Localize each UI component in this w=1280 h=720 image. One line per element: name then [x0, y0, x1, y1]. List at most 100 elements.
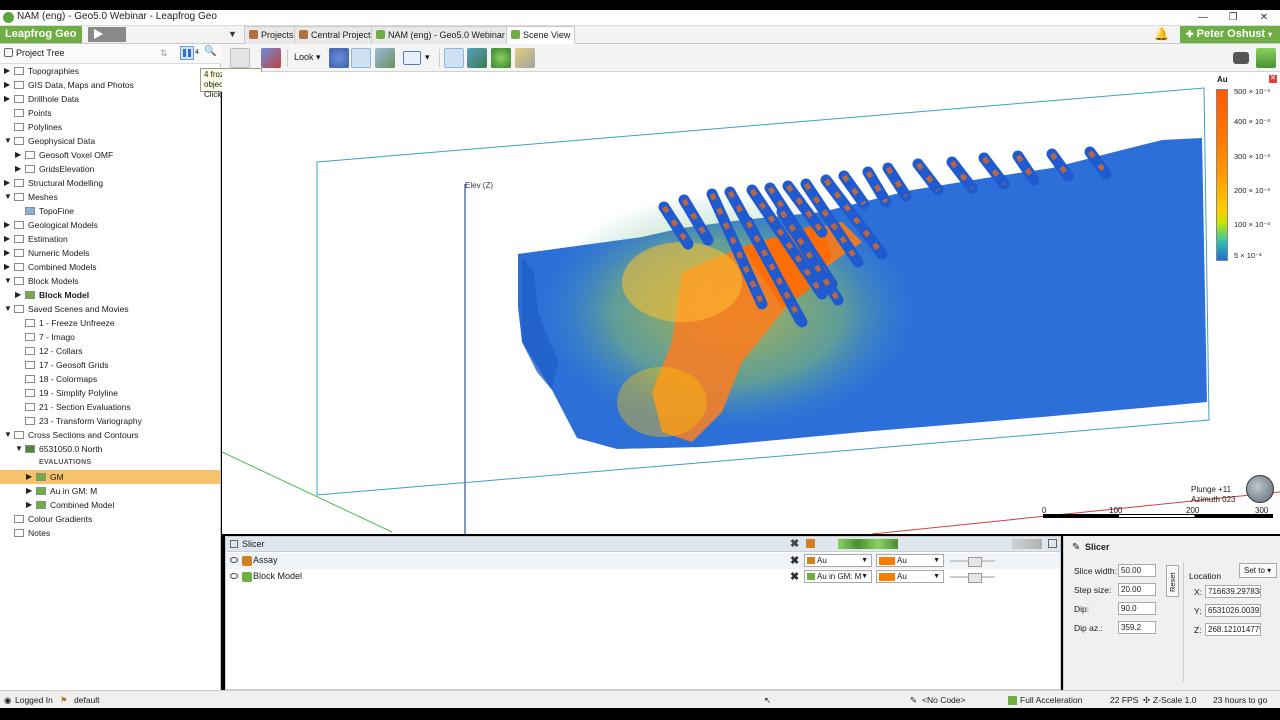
z-coordinate-input[interactable]: 268.1210147794: [1205, 623, 1261, 636]
view-box-dropdown-icon[interactable]: ▾: [425, 52, 430, 63]
tree-item[interactable]: Points: [0, 106, 220, 120]
expand-icon[interactable]: ▶: [4, 64, 10, 78]
remove-all-icon[interactable]: ✖: [790, 537, 799, 550]
maximize-button[interactable]: ❐: [1218, 10, 1248, 26]
slicer-tool-icon[interactable]: [351, 48, 371, 68]
select-objects-icon[interactable]: [329, 48, 349, 68]
camera-icon[interactable]: [1233, 52, 1249, 64]
orientation-globe-icon[interactable]: [1246, 475, 1274, 503]
draw-lines-icon[interactable]: [467, 48, 487, 68]
logged-in-status[interactable]: Logged In: [15, 695, 53, 705]
expand-icon[interactable]: ▶: [15, 162, 21, 176]
step-size-input[interactable]: 20.00: [1118, 583, 1156, 596]
remove-shape-icon[interactable]: ✖: [790, 570, 799, 583]
tree-item[interactable]: ▼ Saved Scenes and Movies: [0, 302, 220, 316]
collapse-icon[interactable]: ▼: [4, 190, 12, 204]
look-dropdown[interactable]: Look ▾: [294, 52, 321, 63]
expand-icon[interactable]: ▶: [15, 288, 21, 302]
tree-item[interactable]: Colour Gradients: [0, 512, 220, 526]
assay-colour-select[interactable]: Au ▼: [876, 554, 944, 567]
close-window-button[interactable]: ✕: [1249, 10, 1279, 26]
print-icon[interactable]: [230, 48, 250, 68]
expand-icon[interactable]: ▶: [4, 92, 10, 106]
expand-icon[interactable]: ▶: [26, 498, 32, 512]
tree-item[interactable]: 1 - Freeze Unfreeze: [0, 316, 220, 330]
collapse-icon[interactable]: ▼: [4, 134, 12, 148]
sort-icon[interactable]: ⇅: [160, 48, 168, 59]
home-view-icon[interactable]: [1256, 48, 1276, 68]
move-plane-icon[interactable]: [375, 48, 395, 68]
expand-icon[interactable]: ▶: [4, 260, 10, 274]
clear-scene-icon[interactable]: [261, 48, 281, 68]
code-status[interactable]: <No Code>: [922, 695, 965, 705]
slice-width-input[interactable]: 50.00: [1118, 564, 1156, 577]
shape-row-assay[interactable]: Assay ✖ Au ▼ Au ▼: [226, 553, 1060, 569]
frozen-objects-button[interactable]: [180, 46, 194, 60]
tab-projects[interactable]: Projects: [244, 26, 299, 44]
reset-button[interactable]: Reset: [1166, 565, 1179, 597]
shape-row-block-model[interactable]: Block Model ✖ Au in GM: M ▼ Au ▼: [226, 569, 1060, 585]
collapse-icon[interactable]: ▼: [4, 302, 12, 316]
search-icon[interactable]: 🔍: [204, 46, 216, 57]
tree-item[interactable]: ▶ Block Model: [0, 288, 220, 302]
tree-item[interactable]: ▶ Numeric Models: [0, 246, 220, 260]
tree-item[interactable]: ▶ Drillhole Data: [0, 92, 220, 106]
shape-tools-icons[interactable]: [838, 539, 898, 549]
tree-item[interactable]: ▼ Block Models: [0, 274, 220, 288]
tree-item[interactable]: Polylines: [0, 120, 220, 134]
block-model-column-select[interactable]: Au in GM: M ▼: [804, 570, 872, 583]
tree-item[interactable]: ▶ GridsElevation: [0, 162, 220, 176]
tree-item[interactable]: 18 - Colormaps: [0, 372, 220, 386]
zscale-status[interactable]: Z-Scale 1.0: [1153, 695, 1196, 705]
dip-input[interactable]: 90.0: [1118, 602, 1156, 615]
collapse-icon[interactable]: ▼: [4, 274, 12, 288]
tab-central-projects[interactable]: Central Projects: [294, 26, 381, 44]
properties-icons[interactable]: [1012, 539, 1042, 549]
assay-shapes-icon[interactable]: [806, 539, 815, 548]
profile-name[interactable]: default: [74, 695, 100, 705]
tree-item[interactable]: ▶ Topographies: [0, 64, 220, 78]
tree-item[interactable]: ▶ Combined Model: [0, 498, 220, 512]
ruler-icon[interactable]: [515, 48, 535, 68]
expand-icon[interactable]: ▶: [4, 246, 10, 260]
collapse-icon[interactable]: ▼: [4, 428, 12, 442]
tree-item[interactable]: ▶ Combined Models: [0, 260, 220, 274]
expand-icon[interactable]: ▶: [4, 176, 10, 190]
tree-item[interactable]: ▶ Estimation: [0, 232, 220, 246]
tree-item[interactable]: ▶ Au in GM: M: [0, 484, 220, 498]
visibility-eye-icon[interactable]: [230, 573, 238, 579]
tree-item[interactable]: Notes: [0, 526, 220, 540]
leapfrog-geo-menu-button[interactable]: Leapfrog Geo ▾: [0, 26, 82, 56]
minimize-button[interactable]: —: [1188, 10, 1218, 26]
tree-item[interactable]: 7 - Imago: [0, 330, 220, 344]
expand-icon[interactable]: ▶: [26, 470, 32, 484]
draw-points-icon[interactable]: [491, 48, 511, 68]
bell-icon[interactable]: 🔔: [1154, 27, 1169, 41]
expand-icon[interactable]: ▶: [4, 232, 10, 246]
tab-list-dropdown-icon[interactable]: ▼: [228, 29, 237, 39]
set-to-dropdown[interactable]: Set to ▾: [1239, 563, 1277, 578]
tree-item[interactable]: ▶ Structural Modelling: [0, 176, 220, 190]
tree-item[interactable]: ▶ Geosoft Voxel OMF: [0, 148, 220, 162]
block-model-colour-select[interactable]: Au ▼: [876, 570, 944, 583]
tree-item[interactable]: 17 - Geosoft Grids: [0, 358, 220, 372]
expand-icon[interactable]: ▶: [15, 148, 21, 162]
assay-column-select[interactable]: Au ▼: [804, 554, 872, 567]
scene-viewport[interactable]: Elev (Z): [222, 72, 1280, 534]
tree-item[interactable]: 19 - Simplify Polyline: [0, 386, 220, 400]
transparency-slider[interactable]: [950, 557, 995, 567]
remove-shape-icon[interactable]: ✖: [790, 554, 799, 567]
y-coordinate-input[interactable]: 6531026.003927: [1205, 604, 1261, 617]
tree-item[interactable]: ▼ Geophysical Data: [0, 134, 220, 148]
close-legend-icon[interactable]: ✕: [1269, 75, 1277, 83]
tree-item[interactable]: 21 - Section Evaluations: [0, 400, 220, 414]
tree-item[interactable]: ▶ GIS Data, Maps and Photos: [0, 78, 220, 92]
play-button[interactable]: [88, 27, 126, 42]
tree-item[interactable]: ▼ Meshes: [0, 190, 220, 204]
expand-icon[interactable]: ▶: [4, 78, 10, 92]
tree-item[interactable]: ▼ Cross Sections and Contours: [0, 428, 220, 442]
expand-icon[interactable]: ▶: [4, 218, 10, 232]
view-box-icon[interactable]: [403, 51, 421, 65]
user-menu-button[interactable]: ✚ Peter Oshust ▾: [1180, 26, 1280, 43]
tree-item[interactable]: TopoFine: [0, 204, 220, 218]
